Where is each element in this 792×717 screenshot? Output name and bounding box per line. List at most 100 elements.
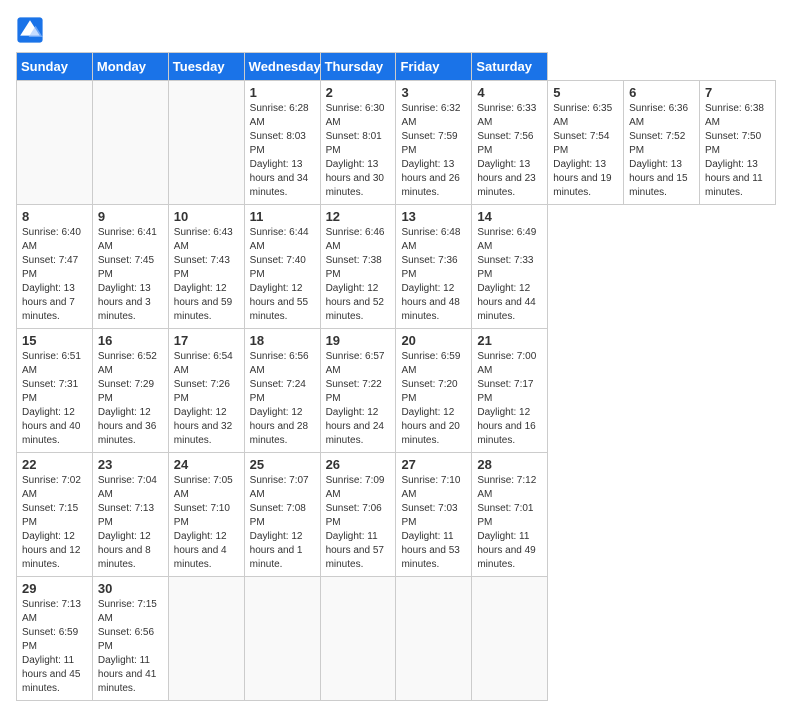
day-info: Sunrise: 6:48 AMSunset: 7:36 PMDaylight:… xyxy=(401,226,466,324)
day-info: Sunrise: 6:44 AMSunset: 7:40 PMDaylight:… xyxy=(250,226,315,324)
calendar-weekday-thursday: Thursday xyxy=(320,53,396,81)
day-number: 3 xyxy=(401,85,466,100)
day-info: Sunrise: 6:35 AMSunset: 7:54 PMDaylight:… xyxy=(553,102,618,200)
calendar-cell: 30Sunrise: 7:15 AMSunset: 6:56 PMDayligh… xyxy=(92,577,168,701)
calendar-cell: 11 Sunrise: 6:44 AMSunset: 7:40 PMDayligh… xyxy=(244,205,320,329)
calendar-cell: 24 Sunrise: 7:05 AMSunset: 7:10 PMDayligh… xyxy=(168,453,244,577)
day-info: Sunrise: 6:56 AMSunset: 7:24 PMDaylight:… xyxy=(250,350,315,448)
day-number: 30 xyxy=(98,581,163,596)
calendar-cell xyxy=(168,577,244,701)
calendar-cell xyxy=(320,577,396,701)
day-number: 24 xyxy=(174,457,239,472)
day-info: Sunrise: 6:46 AMSunset: 7:38 PMDaylight:… xyxy=(326,226,391,324)
day-info: Sunrise: 6:52 AMSunset: 7:29 PMDaylight:… xyxy=(98,350,163,448)
calendar-cell: 17 Sunrise: 6:54 AMSunset: 7:26 PMDayligh… xyxy=(168,329,244,453)
day-info: Sunrise: 6:40 AMSunset: 7:47 PMDaylight:… xyxy=(22,226,87,324)
calendar-cell: 9 Sunrise: 6:41 AMSunset: 7:45 PMDaylight… xyxy=(92,205,168,329)
calendar-table: SundayMondayTuesdayWednesdayThursdayFrid… xyxy=(16,52,776,701)
day-info: Sunrise: 6:36 AMSunset: 7:52 PMDaylight:… xyxy=(629,102,694,200)
day-info: Sunrise: 7:09 AMSunset: 7:06 PMDaylight:… xyxy=(326,474,391,572)
day-info: Sunrise: 7:04 AMSunset: 7:13 PMDaylight:… xyxy=(98,474,163,572)
day-number: 19 xyxy=(326,333,391,348)
calendar-weekday-wednesday: Wednesday xyxy=(244,53,320,81)
day-number: 13 xyxy=(401,209,466,224)
day-number: 26 xyxy=(326,457,391,472)
calendar-cell: 16 Sunrise: 6:52 AMSunset: 7:29 PMDayligh… xyxy=(92,329,168,453)
day-info: Sunrise: 6:57 AMSunset: 7:22 PMDaylight:… xyxy=(326,350,391,448)
day-number: 7 xyxy=(705,85,770,100)
calendar-cell: 22 Sunrise: 7:02 AMSunset: 7:15 PMDayligh… xyxy=(17,453,93,577)
calendar-cell: 20Sunrise: 6:59 AMSunset: 7:20 PMDayligh… xyxy=(396,329,472,453)
calendar-cell: 13 Sunrise: 6:48 AMSunset: 7:36 PMDayligh… xyxy=(396,205,472,329)
day-number: 20 xyxy=(401,333,466,348)
calendar-body: 1Sunrise: 6:28 AMSunset: 8:03 PMDaylight… xyxy=(17,81,776,701)
calendar-cell: 1Sunrise: 6:28 AMSunset: 8:03 PMDaylight… xyxy=(244,81,320,205)
day-info: Sunrise: 7:02 AMSunset: 7:15 PMDaylight:… xyxy=(22,474,87,572)
day-info: Sunrise: 6:43 AMSunset: 7:43 PMDaylight:… xyxy=(174,226,239,324)
day-info: Sunrise: 6:49 AMSunset: 7:33 PMDaylight:… xyxy=(477,226,542,324)
calendar-cell xyxy=(17,81,93,205)
day-number: 17 xyxy=(174,333,239,348)
calendar-cell: 23 Sunrise: 7:04 AMSunset: 7:13 PMDayligh… xyxy=(92,453,168,577)
day-number: 21 xyxy=(477,333,542,348)
day-info: Sunrise: 7:12 AMSunset: 7:01 PMDaylight:… xyxy=(477,474,542,572)
logo-icon xyxy=(16,16,44,44)
calendar-cell xyxy=(244,577,320,701)
calendar-cell: 18 Sunrise: 6:56 AMSunset: 7:24 PMDayligh… xyxy=(244,329,320,453)
day-info: Sunrise: 6:41 AMSunset: 7:45 PMDaylight:… xyxy=(98,226,163,324)
calendar-cell: 6 Sunrise: 6:36 AMSunset: 7:52 PMDaylight… xyxy=(624,81,700,205)
day-number: 11 xyxy=(250,209,315,224)
calendar-cell: 5 Sunrise: 6:35 AMSunset: 7:54 PMDaylight… xyxy=(548,81,624,205)
day-number: 23 xyxy=(98,457,163,472)
calendar-cell: 7 Sunrise: 6:38 AMSunset: 7:50 PMDaylight… xyxy=(700,81,776,205)
day-number: 22 xyxy=(22,457,87,472)
calendar-cell: 12 Sunrise: 6:46 AMSunset: 7:38 PMDayligh… xyxy=(320,205,396,329)
day-number: 27 xyxy=(401,457,466,472)
day-number: 12 xyxy=(326,209,391,224)
calendar-cell xyxy=(92,81,168,205)
day-number: 8 xyxy=(22,209,87,224)
calendar-weekday-tuesday: Tuesday xyxy=(168,53,244,81)
day-info: Sunrise: 6:33 AMSunset: 7:56 PMDaylight:… xyxy=(477,102,542,200)
day-number: 25 xyxy=(250,457,315,472)
day-info: Sunrise: 7:07 AMSunset: 7:08 PMDaylight:… xyxy=(250,474,315,572)
day-info: Sunrise: 7:10 AMSunset: 7:03 PMDaylight:… xyxy=(401,474,466,572)
day-number: 1 xyxy=(250,85,315,100)
calendar-week-5: 29 Sunrise: 7:13 AMSunset: 6:59 PMDayligh… xyxy=(17,577,776,701)
calendar-weekday-friday: Friday xyxy=(396,53,472,81)
calendar-week-3: 15Sunrise: 6:51 AMSunset: 7:31 PMDayligh… xyxy=(17,329,776,453)
calendar-cell: 10 Sunrise: 6:43 AMSunset: 7:43 PMDayligh… xyxy=(168,205,244,329)
day-info: Sunrise: 7:13 AMSunset: 6:59 PMDaylight:… xyxy=(22,598,87,696)
calendar-cell: 15Sunrise: 6:51 AMSunset: 7:31 PMDayligh… xyxy=(17,329,93,453)
calendar-weekday-sunday: Sunday xyxy=(17,53,93,81)
calendar-cell: 25 Sunrise: 7:07 AMSunset: 7:08 PMDayligh… xyxy=(244,453,320,577)
calendar-week-2: 8 Sunrise: 6:40 AMSunset: 7:47 PMDaylight… xyxy=(17,205,776,329)
calendar-cell xyxy=(168,81,244,205)
day-info: Sunrise: 6:54 AMSunset: 7:26 PMDaylight:… xyxy=(174,350,239,448)
day-number: 5 xyxy=(553,85,618,100)
day-number: 28 xyxy=(477,457,542,472)
calendar-cell: 29 Sunrise: 7:13 AMSunset: 6:59 PMDayligh… xyxy=(17,577,93,701)
day-number: 9 xyxy=(98,209,163,224)
calendar-cell: 14Sunrise: 6:49 AMSunset: 7:33 PMDayligh… xyxy=(472,205,548,329)
day-number: 6 xyxy=(629,85,694,100)
day-info: Sunrise: 6:32 AMSunset: 7:59 PMDaylight:… xyxy=(401,102,466,200)
calendar-cell xyxy=(396,577,472,701)
calendar-cell: 19 Sunrise: 6:57 AMSunset: 7:22 PMDayligh… xyxy=(320,329,396,453)
calendar-cell: 3 Sunrise: 6:32 AMSunset: 7:59 PMDaylight… xyxy=(396,81,472,205)
day-number: 10 xyxy=(174,209,239,224)
calendar-cell: 27 Sunrise: 7:10 AMSunset: 7:03 PMDayligh… xyxy=(396,453,472,577)
day-number: 18 xyxy=(250,333,315,348)
calendar-week-1: 1Sunrise: 6:28 AMSunset: 8:03 PMDaylight… xyxy=(17,81,776,205)
calendar-cell: 8 Sunrise: 6:40 AMSunset: 7:47 PMDaylight… xyxy=(17,205,93,329)
day-number: 16 xyxy=(98,333,163,348)
page-header xyxy=(16,16,776,44)
day-info: Sunrise: 7:05 AMSunset: 7:10 PMDaylight:… xyxy=(174,474,239,572)
day-number: 29 xyxy=(22,581,87,596)
day-info: Sunrise: 6:38 AMSunset: 7:50 PMDaylight:… xyxy=(705,102,770,200)
day-info: Sunrise: 7:00 AMSunset: 7:17 PMDaylight:… xyxy=(477,350,542,448)
calendar-weekday-monday: Monday xyxy=(92,53,168,81)
calendar-header-row: SundayMondayTuesdayWednesdayThursdayFrid… xyxy=(17,53,776,81)
calendar-cell: 21 Sunrise: 7:00 AMSunset: 7:17 PMDayligh… xyxy=(472,329,548,453)
calendar-cell xyxy=(472,577,548,701)
